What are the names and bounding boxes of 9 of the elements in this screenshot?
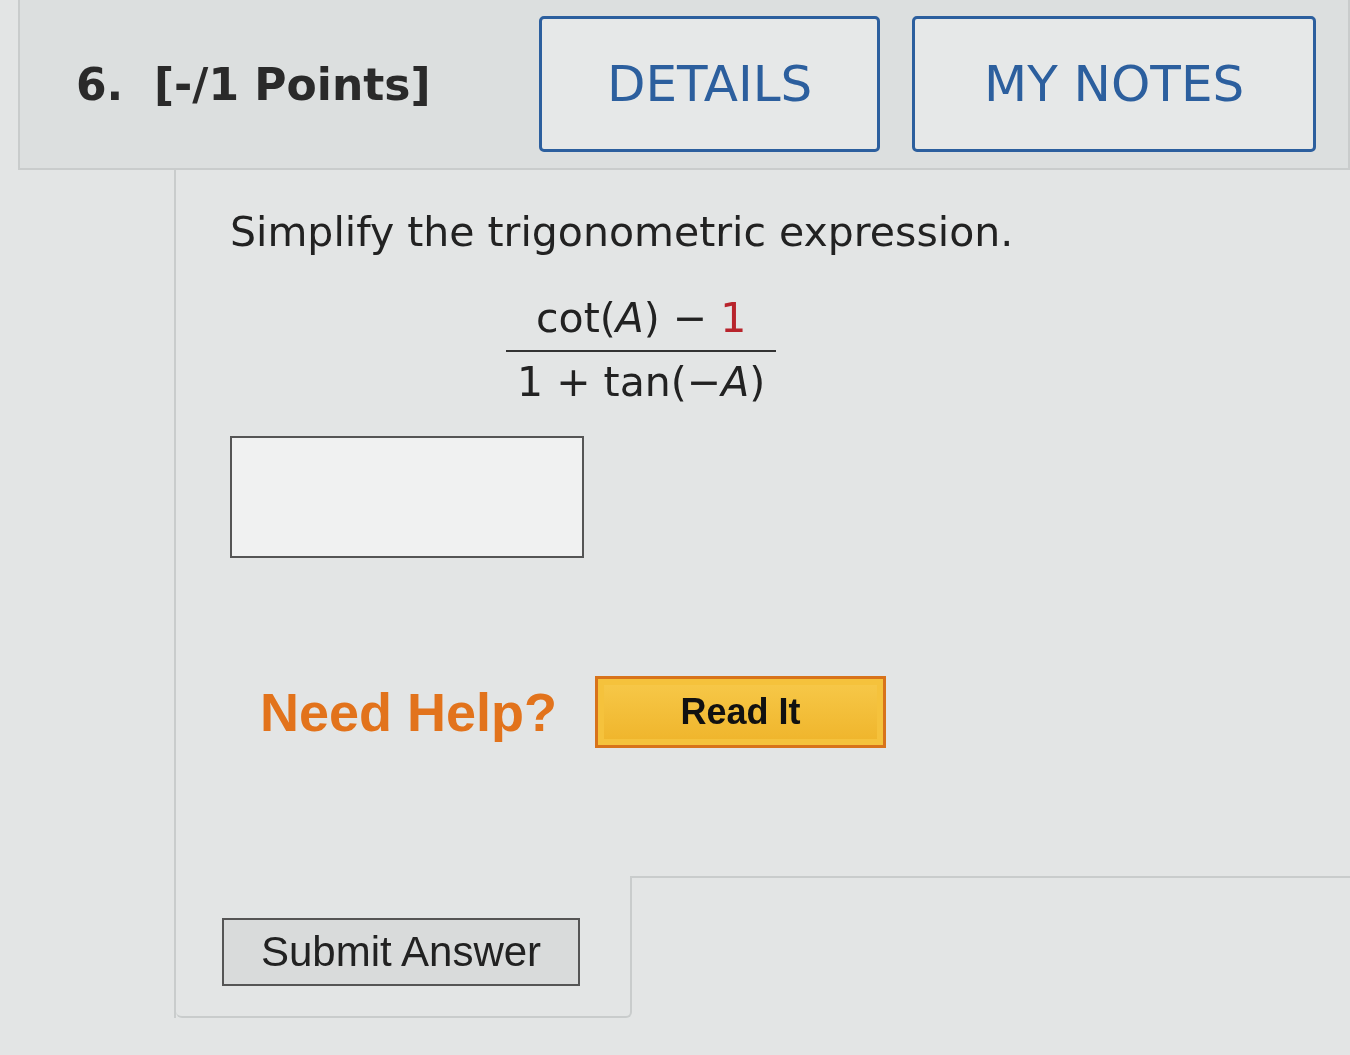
question-prompt: Simplify the trigonometric expression. — [230, 208, 1015, 256]
header-button[interactable]: MY NOTES — [912, 16, 1316, 152]
question-title: 6. [-/1 Points] — [76, 58, 432, 110]
submit-answer-button[interactable]: Submit Answer — [222, 918, 580, 986]
read-it-button[interactable]: Read It — [595, 676, 887, 748]
need-help-label: Need Help? — [260, 681, 558, 743]
header-button[interactable]: DETAILS — [539, 16, 881, 152]
answer-field[interactable] — [230, 436, 584, 558]
fraction-expression: cot(A) − 1 1 + tan(−A) — [506, 294, 777, 406]
